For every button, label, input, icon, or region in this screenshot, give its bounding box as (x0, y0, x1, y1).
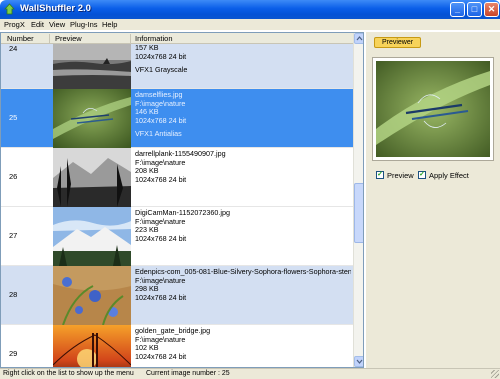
thumbnail-mountain (53, 207, 131, 266)
list-item[interactable]: 28 Edenpics-com_005-081-Blue-Silvery-Sop… (1, 266, 353, 325)
thumbnail-golden-gate (53, 325, 131, 367)
maximize-button[interactable]: □ (467, 2, 482, 17)
thumbnail-grayscale-shore (53, 44, 131, 89)
column-information[interactable]: Information (135, 34, 173, 43)
column-number[interactable]: Number (7, 34, 34, 43)
chevron-up-icon (356, 36, 363, 41)
vertical-scrollbar[interactable] (353, 33, 363, 367)
chevron-down-icon (356, 359, 363, 364)
list-item[interactable]: 29 golden_gate_bridge.jpg F:\image\natur… (1, 325, 353, 367)
scroll-thumb[interactable] (354, 183, 363, 243)
thumbnail-damselflies (53, 89, 131, 148)
menu-progx[interactable]: ProgX (4, 20, 25, 29)
menu-bar: ProgX Edit View Plug-Ins Help (0, 19, 500, 30)
effect-label: VFX1 Grayscale (135, 65, 188, 75)
thumbnail-bw-forest (53, 148, 131, 207)
window-title: WallShuffler 2.0 (20, 3, 91, 14)
menu-view[interactable]: View (49, 20, 65, 29)
list-item[interactable]: 27 DigiCamMan-1152072360.jpg F:\image\na… (1, 207, 353, 266)
row-number: 26 (9, 172, 18, 181)
list-item[interactable]: 24 157 KB 1024x768 24 bit VFX1 Grayscale (1, 44, 353, 89)
tab-previewer[interactable]: Previewer (374, 37, 421, 48)
row-number: 24 (9, 44, 18, 53)
list-item[interactable]: 26 darrellplank-1155490907.jpg F:\image\… (1, 148, 353, 207)
row-number: 27 (9, 231, 18, 240)
resize-grip[interactable] (491, 370, 499, 378)
minimize-button[interactable]: _ (450, 2, 465, 17)
row-number: 28 (9, 290, 18, 299)
scroll-up-button[interactable] (354, 33, 363, 44)
previewer-panel: Previewer ✓ Preview ✓ Apply Effect (366, 32, 500, 368)
status-hint: Right click on the list to show up the m… (3, 370, 134, 377)
scroll-down-button[interactable] (354, 356, 363, 367)
column-preview[interactable]: Preview (55, 34, 82, 43)
app-icon (4, 3, 15, 15)
close-button[interactable]: ✕ (484, 2, 499, 17)
list-rows: 24 157 KB 1024x768 24 bit VFX1 Grayscale… (1, 44, 353, 367)
apply-effect-label: Apply Effect (429, 171, 469, 180)
preview-label: Preview (387, 171, 414, 180)
row-number: 29 (9, 349, 18, 358)
status-bar: Right click on the list to show up the m… (0, 368, 500, 379)
list-header: Number Preview Information (1, 33, 353, 44)
list-item-selected[interactable]: 25 damselflies.jpg F:\image\nature 146 K… (1, 89, 353, 148)
effect-label: VFX1 Antialias (135, 129, 182, 139)
title-bar[interactable]: WallShuffler 2.0 _ □ ✕ (0, 0, 500, 19)
apply-effect-checkbox[interactable]: ✓ (418, 171, 426, 179)
status-current-image: Current image number : 25 (146, 370, 230, 377)
preview-frame (372, 57, 494, 161)
image-list[interactable]: Number Preview Information 24 157 KB 102… (0, 32, 364, 368)
menu-plug-ins[interactable]: Plug-Ins (70, 20, 98, 29)
row-number: 25 (9, 113, 18, 122)
preview-checkbox[interactable]: ✓ (376, 171, 384, 179)
preview-image (376, 61, 490, 157)
thumbnail-blue-flowers (53, 266, 131, 325)
menu-help[interactable]: Help (102, 20, 117, 29)
menu-edit[interactable]: Edit (31, 20, 44, 29)
